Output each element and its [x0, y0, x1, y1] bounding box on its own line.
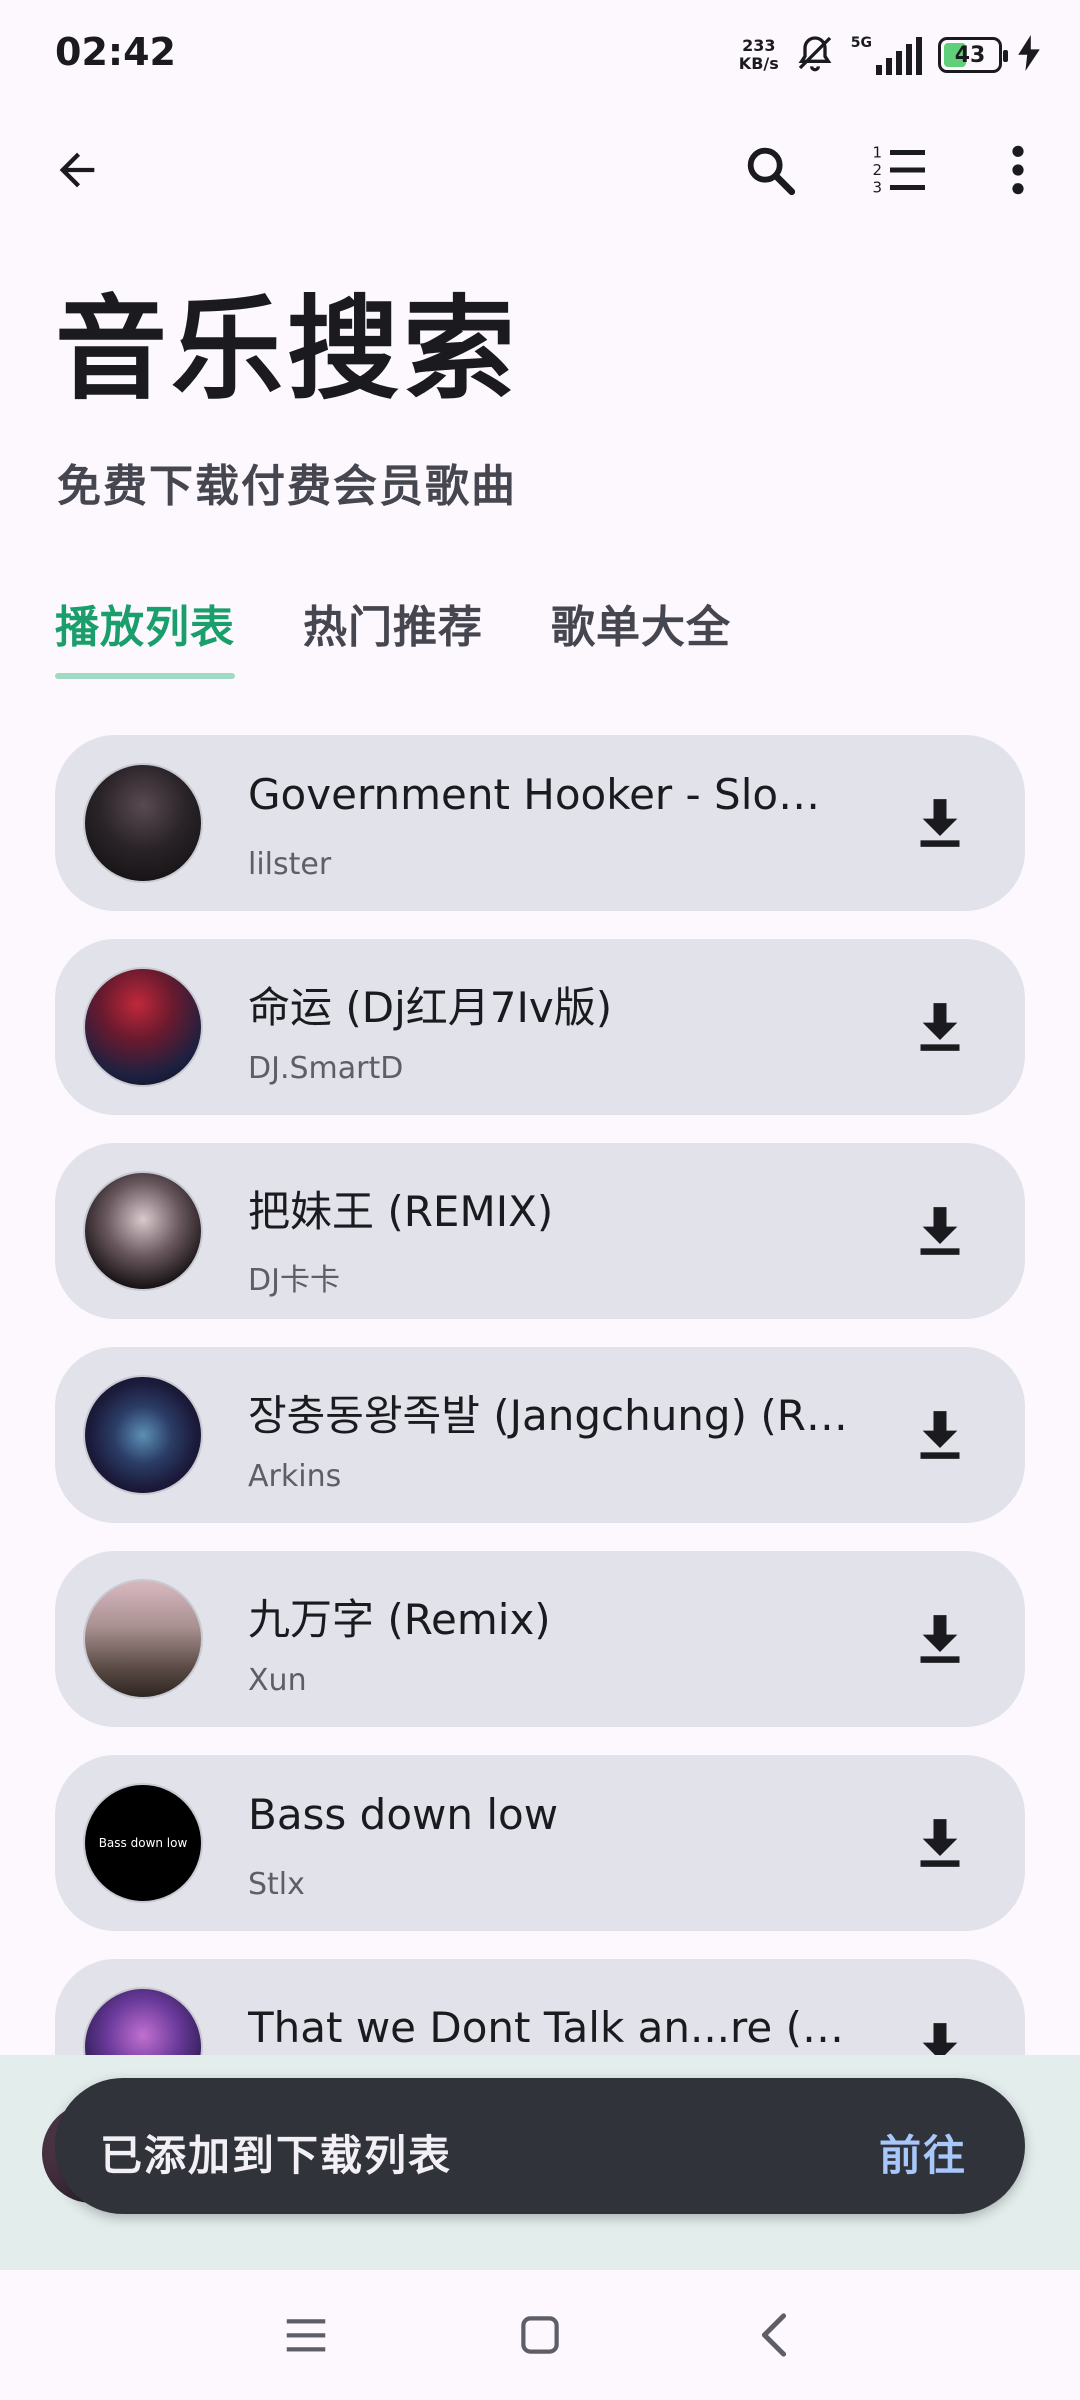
- song-title: 命运 (Dj红月7Iv版): [248, 983, 613, 1032]
- sort-button[interactable]: 1 2 3: [860, 130, 940, 210]
- download-icon: [920, 799, 960, 847]
- svg-text:1: 1: [873, 144, 883, 162]
- download-icon: [920, 1207, 960, 1255]
- bell-muted-icon: [795, 33, 835, 77]
- song-artist: lilster: [248, 847, 332, 882]
- tab-playlist-label: 播放列表: [55, 602, 235, 653]
- song-artist: Arkins: [248, 1459, 342, 1494]
- battery-level: 43: [954, 42, 986, 68]
- song-title: Government Hooker - Slowe…: [248, 770, 848, 819]
- download-button[interactable]: [895, 1390, 985, 1480]
- download-icon: [920, 1819, 960, 1867]
- tab-bar: 播放列表 热门推荐 歌单大全: [55, 585, 731, 685]
- song-artist: Stlx: [248, 1867, 305, 1902]
- song-title: That we Dont Talk an...re (巴…: [248, 2003, 848, 2052]
- download-button[interactable]: [895, 2002, 985, 2055]
- download-icon: [922, 2023, 958, 2055]
- net-speed-unit: KB/s: [738, 54, 779, 73]
- system-nav-bar: [0, 2270, 1080, 2400]
- tab-playlist[interactable]: 播放列表: [55, 585, 235, 685]
- song-title: 장충동왕족발 (Jangchung) (R…: [248, 1391, 848, 1440]
- snackbar: 已添加到下载列表 前往: [55, 2078, 1025, 2214]
- song-artist: DJ卡卡: [248, 1263, 340, 1298]
- song-artist: Xun: [248, 1663, 307, 1698]
- tab-hot-recommend-label: 热门推荐: [303, 602, 483, 653]
- download-icon: [920, 1003, 960, 1051]
- song-item[interactable]: 九万字 (Remix) Xun: [55, 1551, 1025, 1727]
- download-button[interactable]: [895, 1594, 985, 1684]
- search-button[interactable]: [730, 130, 810, 210]
- page-title: 音乐搜索: [55, 285, 519, 415]
- album-cover: [83, 1579, 203, 1699]
- tab-playlist-collection-label: 歌单大全: [551, 602, 731, 653]
- song-item[interactable]: That we Dont Talk an...re (巴…: [55, 1959, 1025, 2055]
- tab-playlist-collection[interactable]: 歌单大全: [551, 585, 731, 685]
- song-item[interactable]: 命运 (Dj红月7Iv版) DJ.SmartD: [55, 939, 1025, 1115]
- menu-icon: [286, 2319, 326, 2352]
- sort-list-icon: 1 2 3: [873, 144, 925, 197]
- tab-active-indicator: [55, 673, 235, 679]
- page-subtitle: 免费下载付费会员歌曲: [57, 461, 517, 512]
- svg-text:2: 2: [873, 161, 883, 179]
- net-speed-value: 233: [742, 36, 776, 55]
- tab-hot-recommend[interactable]: 热门推荐: [303, 585, 483, 685]
- download-button[interactable]: [895, 1186, 985, 1276]
- download-button[interactable]: [895, 778, 985, 868]
- nav-recents-button[interactable]: [266, 2300, 346, 2370]
- song-artist: DJ.SmartD: [248, 1051, 404, 1086]
- album-cover-text: Bass down low: [98, 1836, 188, 1850]
- download-button[interactable]: [895, 982, 985, 1072]
- network-type: 5G: [850, 35, 872, 51]
- album-cover: [83, 763, 203, 883]
- download-button[interactable]: [895, 1798, 985, 1888]
- song-item[interactable]: Bass down low Bass down low Stlx: [55, 1755, 1025, 1931]
- album-cover: [83, 1171, 203, 1291]
- nav-back-button[interactable]: [734, 2300, 814, 2370]
- app-bar: 1 2 3: [0, 120, 1080, 220]
- more-vert-icon: [1012, 145, 1024, 195]
- album-cover: [83, 1375, 203, 1495]
- nav-home-button[interactable]: [500, 2300, 580, 2370]
- svg-text:3: 3: [873, 179, 883, 197]
- album-cover: [83, 1987, 203, 2055]
- net-speed: 233 KB/s: [739, 37, 779, 73]
- signal-icon: 5G: [851, 35, 922, 75]
- battery-icon: 43: [938, 37, 1008, 73]
- song-item[interactable]: 장충동왕족발 (Jangchung) (R… Arkins: [55, 1347, 1025, 1523]
- battery-cap: [1003, 50, 1008, 62]
- song-title: 九万字 (Remix): [248, 1595, 551, 1644]
- chevron-left-icon: [761, 2313, 787, 2357]
- album-cover: [83, 967, 203, 1087]
- charging-bolt-icon: [1018, 35, 1040, 75]
- status-bar: 02:42 233 KB/s 5G 43: [0, 0, 1080, 110]
- download-icon: [920, 1411, 960, 1459]
- snackbar-action-button[interactable]: 前往: [879, 2122, 967, 2183]
- status-icons: 233 KB/s 5G 43: [739, 30, 1040, 80]
- song-title: 把妹王 (REMIX): [248, 1187, 554, 1236]
- album-cover: Bass down low: [83, 1783, 203, 1903]
- search-icon: [747, 147, 796, 196]
- snackbar-message: 已添加到下载列表: [100, 2131, 453, 2180]
- back-button[interactable]: [37, 130, 117, 210]
- more-options-button[interactable]: [978, 130, 1058, 210]
- song-item[interactable]: 把妹王 (REMIX) DJ卡卡: [55, 1143, 1025, 1319]
- song-title: Bass down low: [248, 1790, 559, 1839]
- song-item[interactable]: Government Hooker - Slowe… lilster: [55, 735, 1025, 911]
- song-list[interactable]: Government Hooker - Slowe… lilster 命运 (D…: [55, 735, 1025, 2055]
- home-square-icon: [521, 2316, 559, 2354]
- download-icon: [920, 1615, 960, 1663]
- back-arrow-icon: [59, 152, 95, 188]
- status-time: 02:42: [55, 30, 176, 74]
